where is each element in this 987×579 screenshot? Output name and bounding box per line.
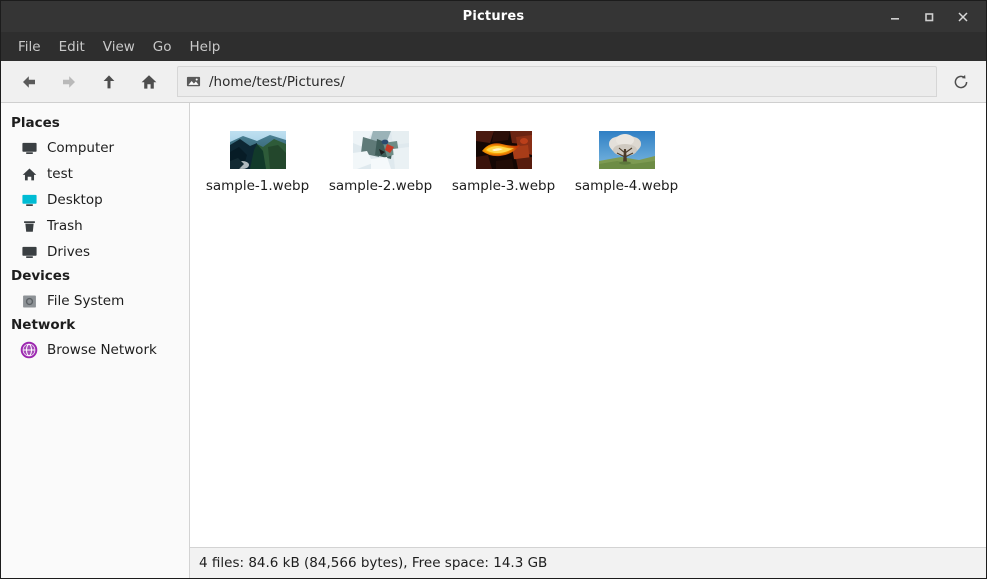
path-bar[interactable]: /home/test/Pictures/ [177, 66, 937, 97]
sidebar-item-drives[interactable]: Drives [1, 239, 189, 265]
menu-go[interactable]: Go [144, 36, 181, 58]
arrow-right-icon [59, 72, 79, 92]
sidebar-label: test [47, 166, 73, 182]
reload-icon [952, 73, 970, 91]
thumbnail-wrap [353, 121, 409, 169]
arrow-left-icon [19, 72, 39, 92]
file-name: sample-3.webp [452, 178, 555, 194]
file-name: sample-4.webp [575, 178, 678, 194]
trash-icon [20, 217, 38, 235]
file-name: sample-1.webp [206, 178, 309, 194]
arrow-up-icon [99, 72, 119, 92]
forward-button[interactable] [49, 62, 89, 102]
reload-button[interactable] [941, 62, 981, 102]
file-item[interactable]: sample-4.webp [565, 117, 688, 194]
sidebar-heading-devices: Devices [1, 265, 189, 288]
sidebar-item-browse-network[interactable]: Browse Network [1, 337, 189, 363]
maximize-button[interactable] [912, 1, 946, 32]
thumbnail-blossom-tree [599, 131, 655, 169]
thumbnail-snow-ice [353, 131, 409, 169]
sidebar-item-test[interactable]: test [1, 161, 189, 187]
status-text: 4 files: 84.6 kB (84,566 bytes), Free sp… [199, 555, 547, 571]
file-item[interactable]: sample-3.webp [442, 117, 565, 194]
thumbnail-wrap [230, 121, 286, 169]
window-controls [878, 1, 980, 32]
sidebar-label: Computer [47, 140, 114, 156]
sidebar-item-trash[interactable]: Trash [1, 213, 189, 239]
sidebar-heading-places: Places [1, 112, 189, 135]
file-manager-window: Pictures File Edit View Go Help [0, 0, 987, 579]
up-button[interactable] [89, 62, 129, 102]
back-button[interactable] [9, 62, 49, 102]
menu-view[interactable]: View [94, 36, 144, 58]
close-button[interactable] [946, 1, 980, 32]
thumbnail-wrap [599, 121, 655, 169]
sidebar-label: Desktop [47, 192, 103, 208]
sidebar-heading-network: Network [1, 314, 189, 337]
sidebar-label: Browse Network [47, 342, 157, 358]
file-item[interactable]: sample-2.webp [319, 117, 442, 194]
titlebar: Pictures [1, 1, 986, 32]
file-item[interactable]: sample-1.webp [196, 117, 319, 194]
statusbar: 4 files: 84.6 kB (84,566 bytes), Free sp… [190, 547, 986, 578]
home-icon [139, 72, 159, 92]
drives-icon [20, 243, 38, 261]
minimize-button[interactable] [878, 1, 912, 32]
sidebar-item-desktop[interactable]: Desktop [1, 187, 189, 213]
thumbnail-wrap [476, 121, 532, 169]
window-body: Places Computer test [1, 103, 986, 578]
thumbnail-fire-flame [476, 131, 532, 169]
globe-icon [20, 341, 38, 359]
menu-edit[interactable]: Edit [50, 36, 94, 58]
menubar: File Edit View Go Help [1, 32, 986, 61]
menu-help[interactable]: Help [181, 36, 230, 58]
image-folder-icon [186, 74, 201, 89]
maximize-icon [923, 11, 935, 23]
sidebar-item-file-system[interactable]: File System [1, 288, 189, 314]
sidebar-label: File System [47, 293, 124, 309]
sidebar: Places Computer test [1, 103, 190, 578]
minimize-icon [889, 11, 901, 23]
close-icon [956, 10, 970, 24]
file-name: sample-2.webp [329, 178, 432, 194]
menu-file[interactable]: File [9, 36, 50, 58]
sidebar-item-computer[interactable]: Computer [1, 135, 189, 161]
toolbar: /home/test/Pictures/ [1, 61, 986, 103]
desktop-icon [20, 191, 38, 209]
sidebar-label: Drives [47, 244, 90, 260]
window-title: Pictures [463, 9, 525, 24]
computer-icon [20, 139, 38, 157]
file-grid[interactable]: sample-1.webp [190, 103, 986, 547]
sidebar-label: Trash [47, 218, 83, 234]
harddisk-icon [20, 292, 38, 310]
path-text: /home/test/Pictures/ [209, 74, 345, 90]
content-column: sample-1.webp [190, 103, 986, 578]
home-icon [20, 165, 38, 183]
home-button[interactable] [129, 62, 169, 102]
thumbnail-mountain-valley [230, 131, 286, 169]
